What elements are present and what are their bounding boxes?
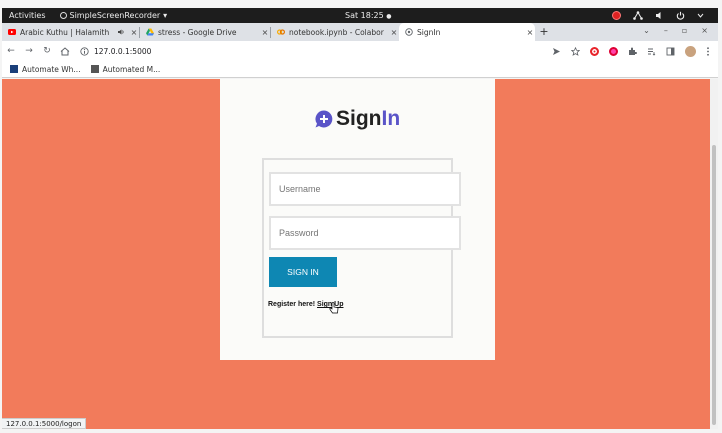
bookmark-site-icon [10, 65, 18, 73]
power-icon[interactable] [676, 11, 685, 20]
reading-list-icon[interactable] [647, 47, 656, 56]
bookmark-label: Automated M... [102, 64, 161, 74]
tab-label: Arabic Kuthu | Halamith [20, 27, 110, 37]
clock-notification-dot: ● [386, 13, 392, 20]
system-top-bar: Activities SimpleScreenRecorder ▾ Sat 18… [2, 8, 718, 23]
close-tab-icon[interactable]: × [260, 28, 270, 37]
more-menu-icon[interactable] [706, 46, 710, 56]
profile-avatar[interactable] [685, 45, 696, 57]
side-panel-icon[interactable] [666, 47, 675, 56]
page-title: Sign In [314, 107, 400, 131]
record-icon[interactable] [612, 11, 621, 20]
opera-extension-icon[interactable] [590, 46, 599, 56]
close-tab-icon[interactable]: × [525, 28, 535, 37]
window-controls: ⌄ – ▫ × [643, 26, 708, 35]
app-menu-label: SimpleScreenRecorder [69, 11, 161, 20]
speaker-icon[interactable] [117, 28, 125, 36]
link-status-bar: 127.0.0.1:5000/logon [2, 418, 87, 429]
new-tab-button[interactable]: + [535, 23, 553, 41]
tab-google-drive[interactable]: stress - Google Drive × [140, 23, 270, 41]
home-icon[interactable] [56, 46, 74, 56]
close-tab-icon[interactable]: × [129, 28, 139, 37]
volume-icon[interactable] [655, 11, 664, 20]
activities-button[interactable]: Activities [9, 11, 46, 20]
reload-icon[interactable]: ↻ [38, 46, 56, 56]
signin-card: SignIn SIGN IN Register here! Sign Up [220, 79, 495, 360]
google-drive-icon [146, 28, 154, 36]
tab-label: notebook.ipynb - Colabor [289, 27, 384, 37]
app-menu-caret: ▾ [163, 11, 168, 20]
address-bar[interactable]: 127.0.0.1:5000 [80, 47, 151, 56]
clock[interactable]: Sat 18:25 ● [345, 11, 392, 20]
tab-label: SignIn [417, 27, 441, 37]
minimize-icon[interactable]: – [664, 26, 668, 35]
bookmark-star-icon[interactable] [571, 46, 580, 56]
recorder-icon [59, 12, 67, 19]
forward-arrow-icon[interactable]: → [20, 46, 38, 56]
send-icon[interactable] [552, 47, 561, 56]
bookmark-automated-m[interactable]: Automated M... [90, 64, 161, 74]
close-window-icon[interactable]: × [701, 26, 708, 35]
scrollbar-thumb[interactable] [712, 145, 716, 425]
globe-icon [405, 28, 413, 36]
info-icon[interactable] [80, 46, 89, 56]
app-menu[interactable]: SimpleScreenRecorder ▾ [59, 11, 168, 20]
screen: Activities SimpleScreenRecorder ▾ Sat 18… [0, 0, 722, 433]
hand-cursor-icon [329, 302, 339, 314]
system-tray [612, 11, 704, 20]
title-sign: Sign [336, 107, 382, 130]
tab-colab-notebook[interactable]: notebook.ipynb - Colabor × [271, 23, 399, 41]
tab-search-icon[interactable]: ⌄ [643, 26, 650, 35]
recorder-extension-icon[interactable] [609, 46, 618, 56]
tab-strip: Arabic Kuthu | Halamith × stress - Googl… [2, 23, 718, 41]
url-text: 127.0.0.1:5000 [94, 46, 152, 56]
browser-toolbar: ← → ↻ 127.0.0.1:5000 [2, 41, 718, 61]
bookmarks-bar: Automate Wh... Automated M... [2, 61, 718, 78]
chat-plus-icon [315, 110, 333, 128]
puzzle-extension-icon[interactable] [628, 47, 637, 56]
back-arrow-icon[interactable]: ← [2, 46, 20, 56]
bookmark-label: Automate Wh... [22, 64, 81, 74]
chevron-down-icon[interactable] [697, 12, 704, 19]
toolbar-actions [552, 45, 710, 57]
youtube-icon [8, 29, 16, 35]
colab-icon [277, 29, 285, 35]
tab-signin[interactable]: SignIn × [399, 23, 535, 41]
username-input[interactable] [269, 172, 461, 206]
clock-label: Sat 18:25 [345, 11, 384, 20]
bookmark-automate-whatsapp[interactable]: Automate Wh... [10, 65, 81, 74]
page-scrollbar[interactable] [710, 79, 718, 429]
bookmark-site-icon [90, 65, 99, 73]
register-text: Register here! [268, 301, 318, 308]
maximize-icon[interactable]: ▫ [682, 26, 687, 35]
page-viewport: SignIn SIGN IN Register here! Sign Up [2, 79, 710, 429]
sign-in-button[interactable]: SIGN IN [269, 257, 337, 287]
tab-label: stress - Google Drive [158, 27, 237, 37]
network-icon[interactable] [633, 11, 643, 20]
close-tab-icon[interactable]: × [389, 28, 399, 37]
tab-arabic-kuthu[interactable]: Arabic Kuthu | Halamith × [2, 23, 139, 41]
title-in: In [381, 107, 401, 130]
password-input[interactable] [269, 216, 461, 250]
